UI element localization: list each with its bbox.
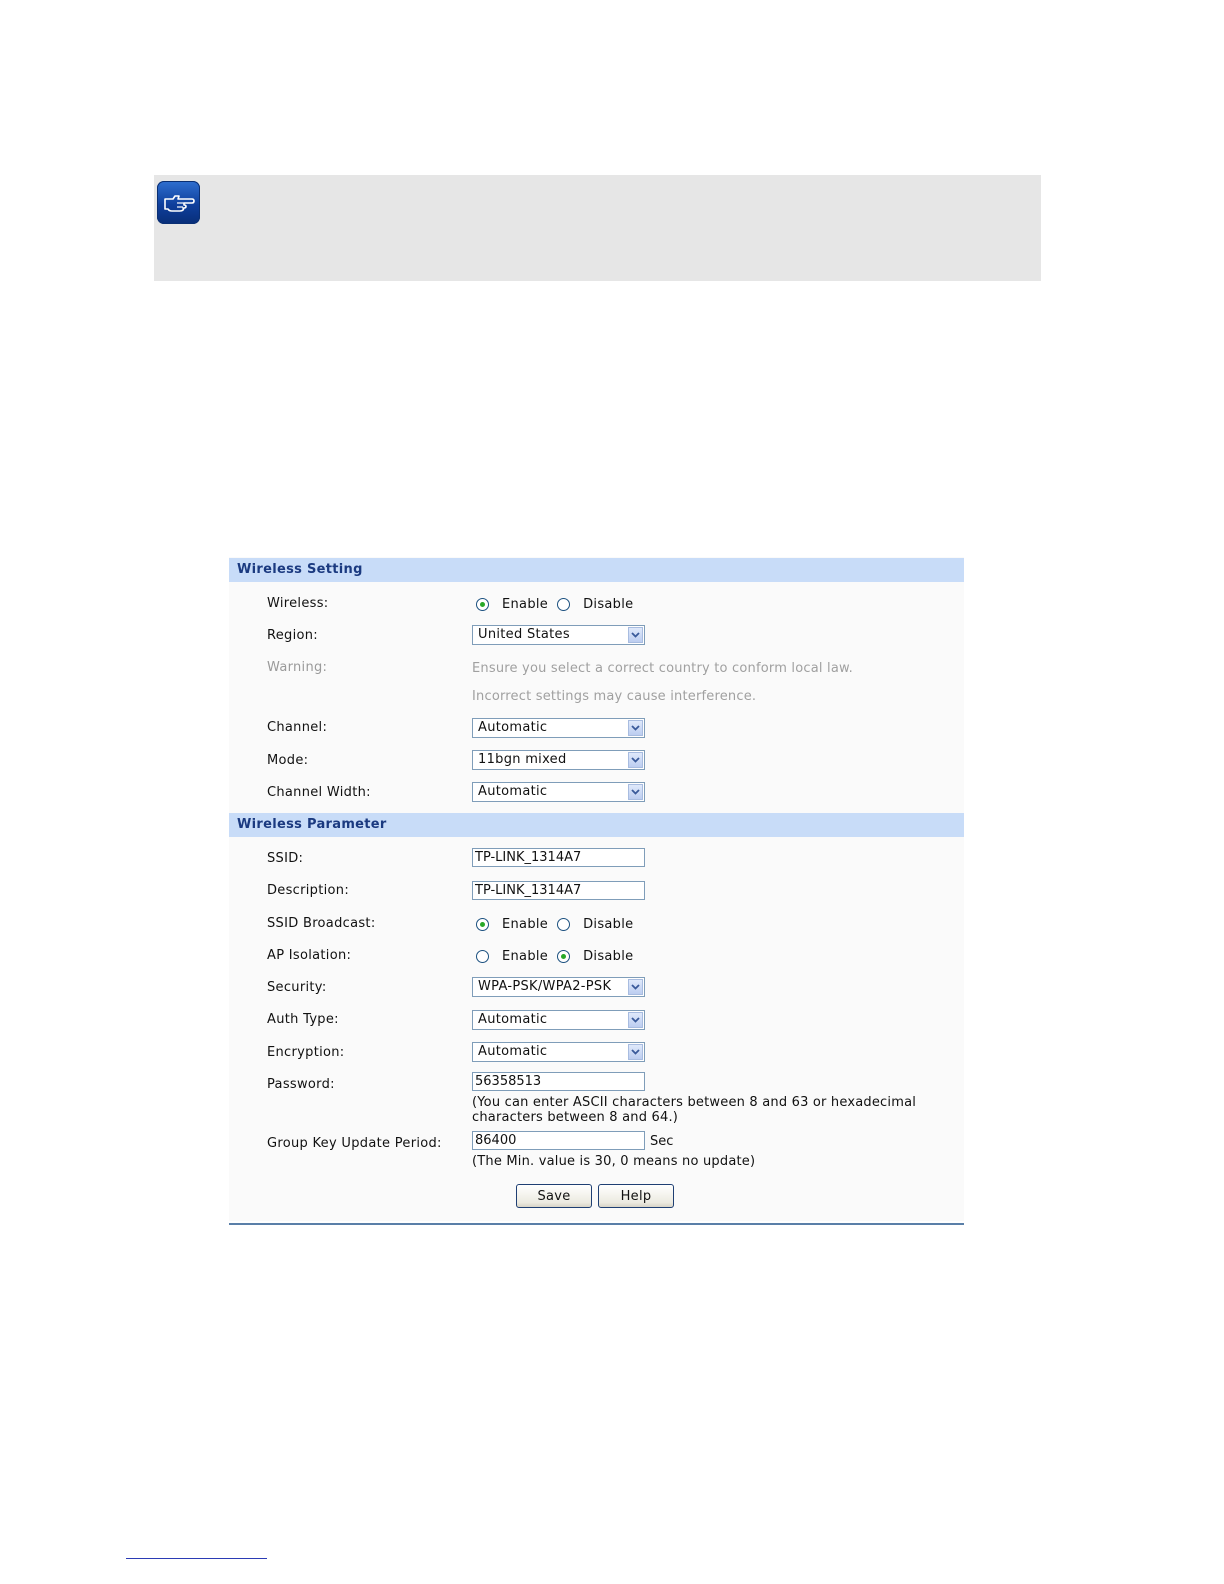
security-select-value: WPA-PSK/WPA2-PSK <box>478 979 612 994</box>
wireless-enable-radio[interactable] <box>476 597 489 611</box>
chevron-down-icon[interactable] <box>628 1012 643 1028</box>
password-input[interactable]: 56358513 <box>472 1072 645 1091</box>
chevron-down-icon[interactable] <box>628 752 643 768</box>
security-select[interactable]: WPA-PSK/WPA2-PSK <box>472 977 645 997</box>
ssid-broadcast-enable-label: Enable <box>502 916 549 932</box>
section-header-wireless-setting: Wireless Setting <box>229 558 964 582</box>
wireless-disable-radio[interactable] <box>557 597 571 611</box>
group-key-label: Group Key Update Period: <box>267 1136 442 1151</box>
auth-type-select-value: Automatic <box>478 1012 548 1027</box>
pointing-hand-icon <box>157 181 200 224</box>
chevron-down-icon[interactable] <box>628 720 643 736</box>
group-key-input[interactable]: 86400 <box>472 1131 645 1150</box>
ap-isolation-label: AP Isolation: <box>267 948 352 963</box>
channel-width-label: Channel Width: <box>267 785 371 800</box>
channel-select-value: Automatic <box>478 720 548 735</box>
ap-isolation-disable-label: Disable <box>583 948 634 964</box>
section-header-wireless-parameter: Wireless Parameter <box>229 813 964 837</box>
ssid-broadcast-disable-label: Disable <box>583 916 634 932</box>
ssid-broadcast-disable-radio[interactable] <box>557 917 571 931</box>
chevron-down-icon[interactable] <box>628 627 643 643</box>
chevron-down-icon[interactable] <box>628 1044 643 1060</box>
panel-divider <box>229 1223 964 1225</box>
password-label: Password: <box>267 1077 335 1092</box>
save-button[interactable]: Save <box>516 1184 592 1208</box>
warning-text-line2: Incorrect settings may cause interferenc… <box>472 689 757 704</box>
footnote-divider <box>126 1558 267 1559</box>
wireless-radio-group: Enable Disable <box>476 595 642 613</box>
auth-type-label: Auth Type: <box>267 1012 339 1027</box>
description-label: Description: <box>267 883 350 898</box>
auth-type-select[interactable]: Automatic <box>472 1010 645 1030</box>
warning-text-line1: Ensure you select a correct country to c… <box>472 661 853 676</box>
ssid-input[interactable]: TP-LINK_1314A7 <box>472 848 645 867</box>
channel-width-select[interactable]: Automatic <box>472 782 645 802</box>
encryption-label: Encryption: <box>267 1045 345 1060</box>
wireless-disable-label: Disable <box>583 596 634 612</box>
security-label: Security: <box>267 980 327 995</box>
ssid-broadcast-enable-radio[interactable] <box>476 917 489 931</box>
description-input[interactable]: TP-LINK_1314A7 <box>472 881 645 900</box>
ap-isolation-disable-radio[interactable] <box>557 949 571 963</box>
region-select-value: United States <box>478 627 570 642</box>
mode-select-value: 11bgn mixed <box>478 752 567 767</box>
channel-select[interactable]: Automatic <box>472 718 645 738</box>
help-button[interactable]: Help <box>598 1184 674 1208</box>
wireless-label: Wireless: <box>267 596 329 611</box>
region-select[interactable]: United States <box>472 625 645 645</box>
mode-label: Mode: <box>267 753 309 768</box>
password-hint-line2: characters between 8 and 64.) <box>472 1110 679 1125</box>
warning-label: Warning: <box>267 660 328 675</box>
note-box <box>154 175 1041 281</box>
ap-isolation-enable-radio[interactable] <box>476 949 489 963</box>
encryption-select-value: Automatic <box>478 1044 548 1059</box>
password-hint-line1: (You can enter ASCII characters between … <box>472 1095 917 1110</box>
mode-select[interactable]: 11bgn mixed <box>472 750 645 770</box>
ap-isolation-radio-group: Enable Disable <box>476 947 642 965</box>
encryption-select[interactable]: Automatic <box>472 1042 645 1062</box>
region-label: Region: <box>267 628 318 643</box>
chevron-down-icon[interactable] <box>628 979 643 995</box>
group-key-hint: (The Min. value is 30, 0 means no update… <box>472 1154 756 1169</box>
ssid-label: SSID: <box>267 851 304 866</box>
group-key-unit: Sec <box>650 1134 674 1149</box>
ap-isolation-enable-label: Enable <box>502 948 549 964</box>
ssid-broadcast-radio-group: Enable Disable <box>476 915 642 933</box>
ssid-broadcast-label: SSID Broadcast: <box>267 916 376 931</box>
wireless-enable-label: Enable <box>502 596 549 612</box>
chevron-down-icon[interactable] <box>628 784 643 800</box>
channel-width-select-value: Automatic <box>478 784 548 799</box>
channel-label: Channel: <box>267 720 328 735</box>
